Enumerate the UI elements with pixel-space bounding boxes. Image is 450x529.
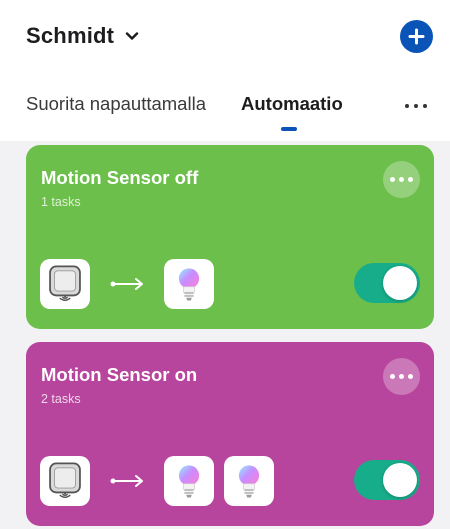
- toggle-knob: [383, 266, 417, 300]
- action-device-tile: [164, 259, 214, 309]
- automation-task-count: 2 tasks: [41, 392, 81, 406]
- smart-bulb-icon: [226, 458, 272, 504]
- motion-sensor-icon: [43, 262, 87, 306]
- trigger-device-tile: [40, 456, 90, 506]
- automation-title: Motion Sensor on: [41, 364, 198, 385]
- tab-tap-to-run[interactable]: Suorita napauttamalla: [26, 93, 206, 115]
- more-horizontal-icon: [390, 374, 413, 379]
- toggle-knob: [383, 463, 417, 497]
- more-options-button[interactable]: [400, 96, 432, 116]
- chevron-down-icon: [125, 32, 139, 40]
- top-bar: Schmidt Suorita napauttamalla Automaatio: [0, 0, 450, 141]
- more-horizontal-icon: [405, 104, 427, 108]
- arrow-right-icon: [110, 475, 143, 487]
- automation-more-button[interactable]: [383, 161, 420, 198]
- automation-more-button[interactable]: [383, 358, 420, 395]
- arrow-right-icon: [110, 278, 143, 290]
- automation-card-motion-sensor-on[interactable]: Motion Sensor on 2 tasks: [26, 342, 434, 526]
- automation-enable-toggle[interactable]: [354, 460, 420, 500]
- more-horizontal-icon: [390, 177, 413, 182]
- automation-title: Motion Sensor off: [41, 167, 199, 188]
- trigger-device-tile: [40, 259, 90, 309]
- plus-circle-icon: [408, 28, 425, 45]
- smart-bulb-icon: [166, 261, 212, 307]
- active-tab-indicator: [281, 127, 297, 131]
- home-name: Schmidt: [26, 23, 115, 48]
- home-selector[interactable]: Schmidt: [26, 20, 140, 52]
- add-button[interactable]: [400, 20, 433, 53]
- action-device-tile: [164, 456, 214, 506]
- smart-bulb-icon: [166, 458, 212, 504]
- automation-card-motion-sensor-off[interactable]: Motion Sensor off 1 tasks: [26, 145, 434, 329]
- tab-bar: Suorita napauttamalla Automaatio: [0, 88, 450, 131]
- action-device-tile: [224, 456, 274, 506]
- automation-task-count: 1 tasks: [41, 195, 81, 209]
- motion-sensor-icon: [43, 459, 87, 503]
- tab-automation[interactable]: Automaatio: [241, 93, 343, 115]
- automation-enable-toggle[interactable]: [354, 263, 420, 303]
